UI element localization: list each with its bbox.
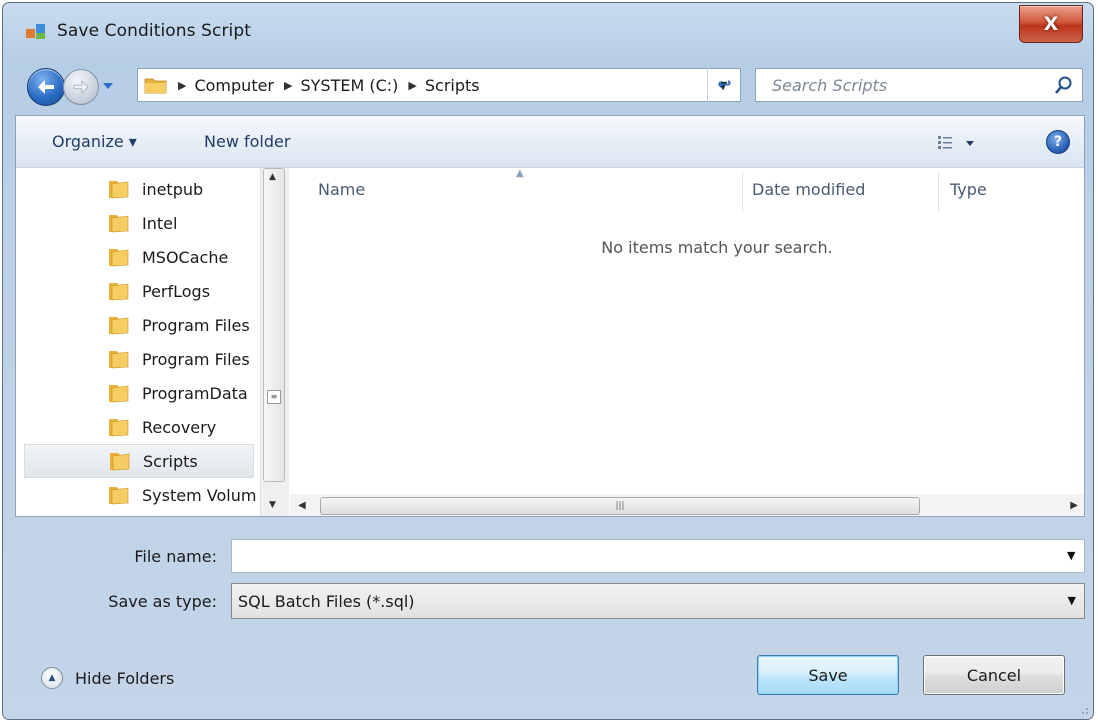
search-box[interactable]: Search Scripts (755, 68, 1083, 102)
column-header-name[interactable]: Name (318, 180, 365, 199)
folder-icon (144, 78, 167, 94)
breadcrumb-separator-icon[interactable]: ▶ (284, 79, 292, 92)
scrollbar-thumb[interactable]: ||| (320, 497, 920, 515)
tree-item-intel[interactable]: Intel (26, 206, 256, 240)
folder-icon (109, 215, 129, 233)
address-bar[interactable]: ▶ Computer ▶ SYSTEM (C:) ▶ Scripts ▼ (137, 68, 741, 102)
save-as-type-value: SQL Batch Files (*.sql) (238, 591, 415, 611)
folder-icon (110, 453, 130, 471)
tree-item-label: System Volume (142, 485, 256, 505)
app-icon (26, 24, 45, 39)
scroll-grip-icon: ≡ (267, 390, 281, 404)
window-title: Save Conditions Script (57, 21, 252, 41)
column-divider[interactable] (938, 172, 939, 212)
folder-icon (109, 181, 129, 199)
search-placeholder: Search Scripts (772, 76, 888, 95)
breadcrumb-separator-icon[interactable]: ▶ (408, 79, 416, 92)
save-as-type-select[interactable]: SQL Batch Files (*.sql) ▼ (231, 583, 1085, 619)
tree-item-label: Recovery (142, 417, 217, 437)
hide-folders-label: Hide Folders (75, 668, 175, 688)
tree-item-perflogs[interactable]: PerfLogs (26, 274, 256, 308)
folder-icon (109, 317, 129, 335)
breadcrumb-scripts[interactable]: Scripts (425, 76, 480, 95)
folder-icon (109, 385, 129, 403)
tree-item-label: PerfLogs (142, 281, 211, 301)
file-name-label: File name: (134, 547, 217, 566)
breadcrumb-system-drive[interactable]: SYSTEM (C:) (300, 76, 398, 95)
organize-button[interactable]: Organize ▾ (52, 132, 137, 151)
folder-icon (109, 419, 129, 437)
column-header-type[interactable]: Type (950, 180, 987, 199)
forward-button[interactable] (63, 69, 99, 105)
file-name-input[interactable] (231, 539, 1085, 573)
new-folder-button[interactable]: New folder (204, 132, 290, 151)
empty-message: No items match your search. (601, 238, 833, 257)
tree-item-program-files-x86[interactable]: Program Files (26, 342, 256, 376)
command-bar: Organize ▾ New folder ? (16, 116, 1084, 168)
sort-ascending-icon: ▲ (516, 168, 524, 179)
folder-icon (109, 351, 129, 369)
tree-item-scripts[interactable]: Scripts (24, 444, 254, 478)
close-icon: X (1043, 13, 1059, 35)
file-list: ▲ Name Date modified Type No items match… (290, 168, 1084, 516)
tree-vertical-scrollbar[interactable]: ▲ ≡ ▼ (260, 168, 289, 516)
folder-icon (109, 487, 129, 505)
search-icon[interactable] (1054, 75, 1074, 95)
file-list-horizontal-scrollbar[interactable]: ◀ ||| ▶ (290, 494, 1084, 516)
tree-item-label: Scripts (143, 451, 198, 471)
breadcrumb-computer[interactable]: Computer (194, 76, 274, 95)
save-button[interactable]: Save (757, 655, 899, 695)
resize-grip-icon[interactable] (1077, 703, 1089, 715)
refresh-icon: ↩ (717, 75, 732, 95)
scroll-up-icon[interactable]: ▲ (269, 172, 276, 182)
scroll-right-icon[interactable]: ▶ (1070, 500, 1078, 511)
tree-item-inetpub[interactable]: inetpub (26, 172, 256, 206)
tree-item-msocache[interactable]: MSOCache (26, 240, 256, 274)
folder-icon (109, 249, 129, 267)
breadcrumb-separator-icon[interactable]: ▶ (178, 79, 186, 92)
hide-folders-button[interactable]: ▲ Hide Folders (41, 667, 174, 689)
refresh-button[interactable]: ↩ (707, 68, 741, 102)
tree-item-program-files[interactable]: Program Files (26, 308, 256, 342)
navigation-bar: ▶ Computer ▶ SYSTEM (C:) ▶ Scripts ▼ ↩ S… (3, 61, 1093, 109)
tree-item-label: inetpub (142, 179, 204, 199)
column-header-date-modified[interactable]: Date modified (752, 180, 865, 199)
chevron-down-icon: ▼ (1067, 594, 1076, 607)
title-bar[interactable]: Save Conditions Script X (3, 3, 1093, 59)
column-divider[interactable] (742, 172, 743, 212)
folder-icon (109, 283, 129, 301)
collapse-up-icon: ▲ (41, 667, 63, 689)
tree-item-label: MSOCache (142, 247, 229, 267)
arrow-left-icon (38, 80, 54, 94)
scrollbar-thumb[interactable] (263, 168, 285, 482)
save-dialog-window: Save Conditions Script X ▶ Computer ▶ SY… (2, 2, 1094, 720)
close-button[interactable]: X (1019, 5, 1083, 43)
change-view-icon[interactable] (936, 133, 984, 153)
tree-item-recovery[interactable]: Recovery (26, 410, 256, 444)
arrow-right-icon (73, 80, 89, 94)
tree-item-system-volume[interactable]: System Volume (26, 478, 256, 512)
back-button[interactable] (27, 68, 65, 106)
recent-pages-dropdown-icon[interactable] (101, 81, 115, 91)
tree-item-label: Program Files (142, 349, 250, 369)
help-icon[interactable]: ? (1046, 130, 1070, 154)
cancel-button[interactable]: Cancel (923, 655, 1065, 695)
save-as-type-label: Save as type: (108, 592, 217, 611)
tree-item-label: ProgramData (142, 383, 248, 403)
file-name-dropdown-icon[interactable]: ▼ (1067, 549, 1085, 562)
scroll-left-icon[interactable]: ◀ (298, 500, 306, 511)
tree-item-label: Intel (142, 213, 178, 233)
tree-item-programdata[interactable]: ProgramData (26, 376, 256, 410)
navigation-tree: inetpub Intel MSOCache PerfLogs Program … (16, 168, 290, 516)
scroll-down-icon[interactable]: ▼ (269, 500, 276, 510)
tree-item-label: Program Files (142, 315, 250, 335)
browser-pane: Organize ▾ New folder ? inetpub Intel MS… (15, 115, 1085, 517)
